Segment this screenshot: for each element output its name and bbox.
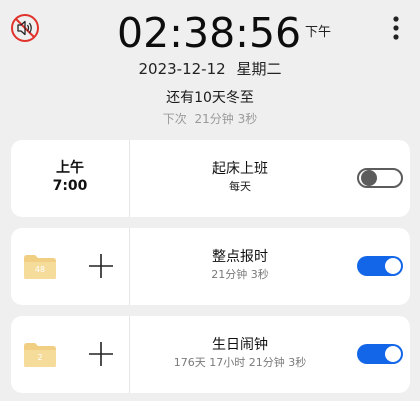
folder-count: 2 [37,353,43,362]
add-icon[interactable] [87,340,115,368]
alarm-repeat: 每天 [229,180,251,193]
toggle-knob [385,258,401,274]
next-label: 下次 [162,112,187,126]
date-line: 2023-12-12 星期二 [0,59,420,79]
am-pm-label: 下午 [305,25,332,40]
next-seconds: 3秒 [237,112,258,126]
card-divider [129,228,130,305]
alarm-toggle[interactable] [357,344,403,364]
current-time: 02:38:56 [117,9,302,57]
alarm-card-wakeup[interactable]: 上午 7:00 起床上班 每天 [11,140,410,217]
add-icon[interactable] [87,252,115,280]
next-minutes: 21分钟 [194,112,234,126]
alarm-period: 上午 [56,160,84,176]
alarm-title: 起床上班 [212,161,268,177]
alarm-remaining: 21分钟 3秒 [211,268,269,281]
alarm-remaining: 176天 17小时 21分钟 3秒 [173,356,307,369]
date-value: 2023-12-12 [138,60,226,78]
toggle-knob [361,170,377,186]
alarm-title: 整点报时 [212,249,268,265]
weekday-value: 星期二 [236,60,282,78]
toggle-knob [385,346,401,362]
alarm-time: 7:00 [52,178,88,194]
alarm-card-hourly-chime[interactable]: 48 整点报时 21分钟 3秒 [11,228,410,305]
more-vertical-icon[interactable] [385,14,407,42]
alarm-time-block: 上午 7:00 [11,159,129,195]
clock-display: 02:38:56 下午 [0,6,420,60]
next-alarm-line: 下次 21分钟 3秒 [0,111,420,127]
alarm-card-birthday[interactable]: 2 生日闹钟 176天 17小时 21分钟 3秒 [11,316,410,393]
alarm-toggle[interactable] [357,168,403,188]
solar-term-countdown: 还有10天冬至 [166,90,254,106]
card-divider [129,140,130,217]
card-divider [129,316,130,393]
alarm-title: 生日闹钟 [212,337,268,353]
alarm-toggle[interactable] [357,256,403,276]
alarm-clock-screen: 02:38:56 下午 2023-12-12 星期二 还有10天冬至 下次 21… [0,0,420,401]
folder-count: 48 [34,265,46,274]
